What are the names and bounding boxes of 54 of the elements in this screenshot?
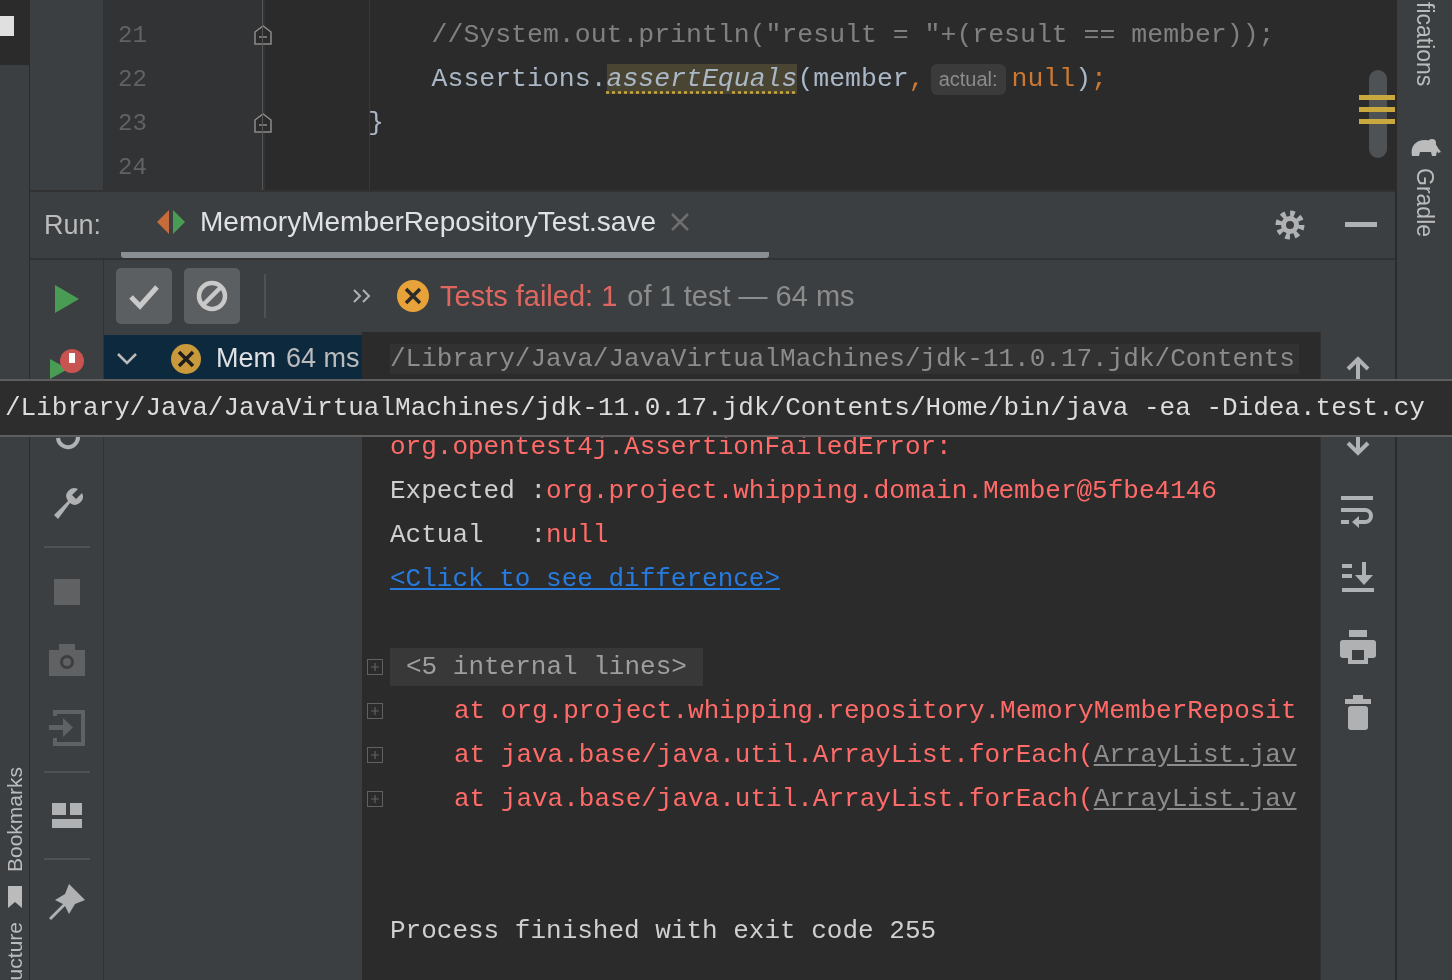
status-text: Tests failed: 1 [440, 279, 618, 313]
layout-icon[interactable] [51, 802, 82, 828]
error-message: org.opentest4j.AssertionFailedError: [390, 432, 952, 462]
settings-icon[interactable] [1273, 208, 1307, 242]
code-keyword: , [908, 64, 925, 94]
tool-window-tab[interactable]: ucture [2, 921, 27, 980]
parameter-hint: actual: [930, 63, 1006, 95]
rerun-failed-icon[interactable] [47, 349, 86, 381]
field-value: org.project.whipping.domain.Member@5fbe4146 [546, 476, 1217, 506]
code-keyword: null [1011, 64, 1076, 94]
code-text: Assertions. [430, 64, 607, 94]
pin-icon[interactable] [48, 884, 85, 920]
run-tab[interactable]: MemoryMemberRepositoryTest.save [121, 192, 770, 258]
code-text: (member [797, 64, 909, 94]
filter-toggle[interactable] [184, 268, 240, 324]
status-detail: of 1 test — 64 ms [627, 279, 855, 313]
filter-toggle[interactable] [116, 268, 172, 324]
bookmark-icon [7, 885, 22, 908]
folded-lines[interactable]: <5 internal lines> [390, 648, 703, 686]
scroll-to-end-icon[interactable] [1342, 562, 1374, 592]
code-text: ) [1075, 64, 1092, 94]
warning-stripes-icon [1359, 95, 1395, 125]
square-icon [0, 16, 14, 36]
console-line: Process finished with exit code 255 [390, 916, 937, 946]
stack-trace-line: at org.project.whipping.repository.MemoryMemberReposit [454, 696, 1297, 726]
field-label: Actual : [390, 520, 547, 550]
difference-link[interactable]: <Click to see difference> [390, 564, 781, 594]
source-link[interactable]: ArrayList.jav [1093, 784, 1297, 814]
test-duration: 64 ms [286, 343, 360, 374]
tool-window-tab[interactable]: Bookmarks [2, 766, 27, 872]
field-value: null [546, 520, 609, 550]
tool-window-tab[interactable]: Gradle [1411, 168, 1438, 238]
stack-trace-line: at java.base/java.util.ArrayList.forEach( [454, 784, 1094, 814]
chevrons-icon[interactable] [352, 288, 372, 304]
test-tree-row[interactable]: Mem 64 ms [104, 335, 362, 382]
field-label: Expected : [390, 476, 547, 506]
printer-icon[interactable] [1340, 630, 1376, 664]
soft-wrap-icon[interactable] [1341, 496, 1375, 528]
minimize-icon[interactable] [1345, 222, 1377, 228]
tooltip-text: /Library/Java/JavaVirtualMachines/jdk-11.0.17.jdk/Contents/Home/bin/java -ea -Didea.test.cy [4, 393, 1425, 423]
method-name: assertEquals [606, 64, 798, 94]
test-result-icon [156, 207, 187, 237]
test-name: Mem [216, 343, 276, 374]
failed-icon [170, 342, 202, 375]
stack-trace-line: at java.base/java.util.ArrayList.forEach( [454, 740, 1094, 770]
failed-icon [396, 279, 430, 313]
panel-title: Run: [44, 209, 102, 241]
no-entry-icon [195, 279, 229, 313]
trash-icon[interactable] [1345, 694, 1371, 730]
tool-window-tab[interactable]: fications [1411, 2, 1438, 87]
code-text: } [368, 108, 384, 138]
source-link[interactable]: ArrayList.jav [1093, 740, 1297, 770]
code-keyword: ; [1091, 64, 1107, 94]
code-comment: //System.out.println("result = "+(result == member)); [430, 20, 1275, 50]
